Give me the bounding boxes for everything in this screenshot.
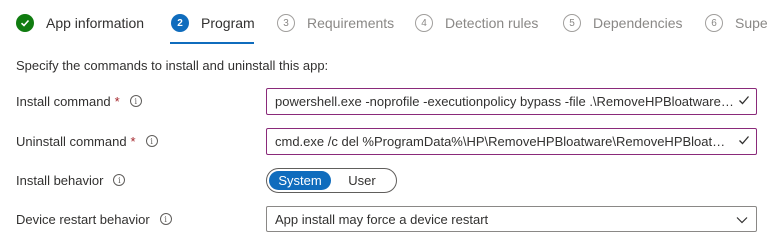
step-label: App information xyxy=(46,15,145,31)
step-supersedence[interactable]: 6 Supers xyxy=(705,13,767,33)
device-restart-label: Device restart behavior xyxy=(16,211,150,227)
step-number: 4 xyxy=(415,14,433,32)
install-command-label-row: Install command * i xyxy=(16,91,142,111)
intro-text: Specify the commands to install and unin… xyxy=(16,58,329,73)
install-behavior-toggle[interactable]: System User xyxy=(266,168,397,193)
uninstall-command-label: Uninstall command xyxy=(16,133,127,149)
info-icon[interactable]: i xyxy=(159,213,172,225)
step-requirements[interactable]: 3 Requirements xyxy=(277,13,394,33)
info-icon[interactable]: i xyxy=(129,95,142,107)
step-detection-rules[interactable]: 4 Detection rules xyxy=(415,13,538,33)
install-command-input[interactable]: powershell.exe -noprofile -executionpoli… xyxy=(266,88,757,115)
step-label: Program xyxy=(201,15,255,31)
current-step-indicator xyxy=(170,42,254,44)
install-behavior-label-row: Install behavior i xyxy=(16,170,126,190)
required-marker: * xyxy=(130,133,136,149)
chevron-down-icon xyxy=(736,217,748,224)
step-label: Supers xyxy=(735,15,767,31)
info-icon[interactable]: i xyxy=(113,174,126,186)
step-label: Requirements xyxy=(307,15,395,31)
info-icon[interactable]: i xyxy=(145,135,158,147)
step-program[interactable]: 2 Program xyxy=(171,13,255,33)
checkmark-icon xyxy=(16,14,34,32)
install-behavior-option-system[interactable]: System xyxy=(269,171,331,190)
step-number: 6 xyxy=(705,14,723,32)
wizard-steps: App information 2 Program 3 Requirements… xyxy=(0,0,767,46)
install-command-label: Install command xyxy=(16,93,111,109)
install-behavior-option-user[interactable]: User xyxy=(331,171,393,190)
device-restart-value: App install may force a device restart xyxy=(275,211,489,227)
valid-check-icon xyxy=(739,136,749,145)
step-dependencies[interactable]: 5 Dependencies xyxy=(563,13,683,33)
step-number: 2 xyxy=(171,14,189,32)
install-behavior-label: Install behavior xyxy=(16,172,104,188)
step-app-information[interactable]: App information xyxy=(16,13,144,33)
required-marker: * xyxy=(114,93,120,109)
step-label: Dependencies xyxy=(593,15,683,31)
uninstall-command-value: cmd.exe /c del %ProgramData%\HP\RemoveHP… xyxy=(275,134,734,149)
uninstall-command-input[interactable]: cmd.exe /c del %ProgramData%\HP\RemoveHP… xyxy=(266,128,757,155)
valid-check-icon xyxy=(739,96,749,105)
device-restart-dropdown[interactable]: App install may force a device restart xyxy=(266,206,757,232)
step-number: 5 xyxy=(563,14,581,32)
uninstall-command-label-row: Uninstall command * i xyxy=(16,131,158,151)
step-label: Detection rules xyxy=(445,15,539,31)
step-number: 3 xyxy=(277,14,295,32)
device-restart-label-row: Device restart behavior i xyxy=(16,209,172,229)
install-command-value: powershell.exe -noprofile -executionpoli… xyxy=(275,94,734,109)
